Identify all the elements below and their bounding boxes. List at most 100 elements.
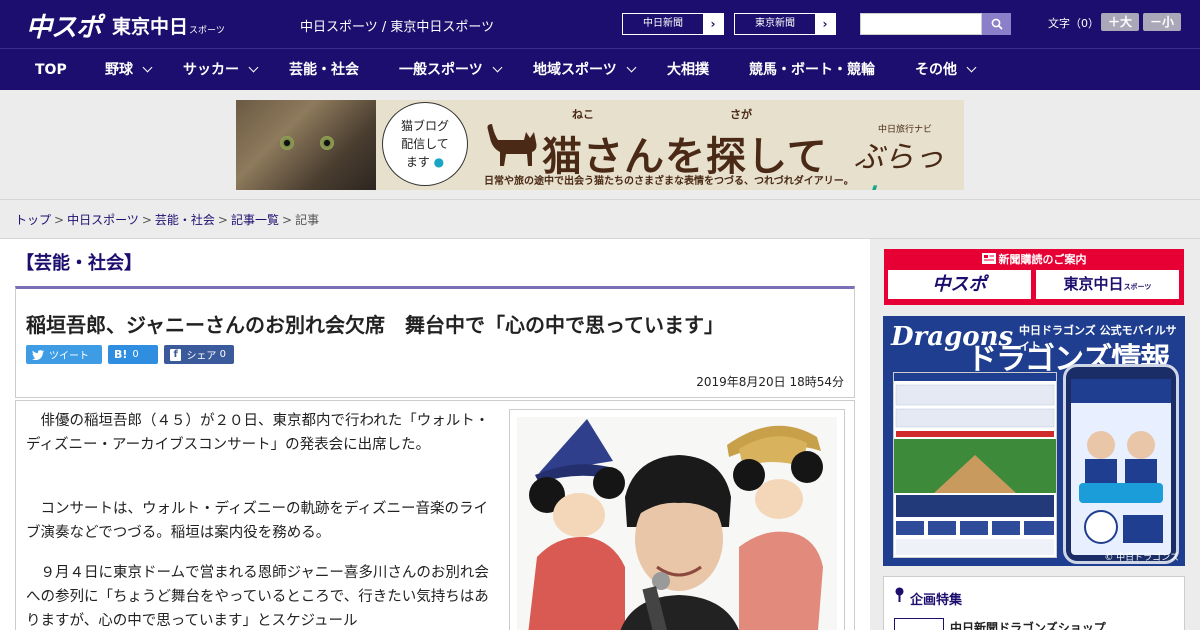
subscription-title: 新聞購読のご案内 bbox=[884, 251, 1184, 267]
tokyo-chunichi-logo-text: 東京中日 bbox=[112, 16, 189, 38]
headline-box: 稲垣吾郎、ジャニーさんのお別れ会欠席 舞台中で「心の中で思っています」 ツイート… bbox=[15, 286, 855, 398]
article-headline: 稲垣吾郎、ジャニーさんのお別れ会欠席 舞台中で「心の中で思っています」 bbox=[26, 313, 724, 337]
article-body: 俳優の稲垣吾郎（４５）が２０日、東京都内で行われた「ウォルト・ディズニー・アーカ… bbox=[15, 400, 855, 630]
speech-line: ます ● bbox=[405, 155, 445, 169]
facebook-icon: f bbox=[170, 348, 182, 361]
article-paragraph: ９月４日に東京ドームで営まれる恩師ジャニー喜多川さんのお別れ会への参列に「ちょう… bbox=[26, 565, 489, 629]
nav-item-racing[interactable]: 競馬・ボート・競輪 bbox=[749, 49, 875, 91]
subscription-chuspo-logo[interactable]: 中スポ bbox=[888, 270, 1031, 299]
ruby-saga: さが bbox=[730, 108, 752, 121]
article-paragraph: 俳優の稲垣吾郎（４５）が２０日、東京都内で行われた「ウォルト・ディズニー・アーカ… bbox=[26, 413, 490, 453]
dragons-scoreboard-screen bbox=[893, 372, 1057, 558]
press-photo-illustration bbox=[528, 419, 823, 630]
breadcrumb-link-entertainment[interactable]: 芸能・社会 bbox=[155, 213, 215, 227]
breadcrumb-separator: > bbox=[282, 213, 293, 227]
chevron-down-icon bbox=[142, 62, 153, 73]
cat-eye bbox=[320, 136, 334, 150]
feature-item-link[interactable]: 中日新聞ドラゴンズショップ bbox=[950, 619, 1106, 630]
feature-title: 企画特集 bbox=[910, 593, 963, 608]
article-paragraph: コンサートは、ウォルト・ディズニーの軌跡をディズニー音楽のライブ演奏などでつづる… bbox=[26, 501, 488, 541]
nav-item-label: 一般スポーツ bbox=[399, 62, 483, 78]
tokyo-chunichi-logo[interactable]: 東京中日スポーツ bbox=[112, 12, 225, 39]
banner-subtitle: 日常や旅の途中で出会う猫たちのさまざまな表情をつづる、つれづれダイアリー。 bbox=[484, 176, 854, 187]
font-size-label: 文字（0） bbox=[1048, 17, 1099, 30]
nav-item-sumo[interactable]: 大相撲 bbox=[667, 49, 709, 91]
font-smaller-button[interactable]: －小 bbox=[1143, 13, 1181, 31]
nav-item-label: その他 bbox=[915, 62, 957, 78]
nav-item-baseball[interactable]: 野球 bbox=[105, 49, 153, 91]
chevron-down-icon bbox=[492, 62, 503, 73]
chevron-down-icon bbox=[966, 62, 977, 73]
dragons-copyright: © 中日ドラゴンズ bbox=[1104, 553, 1179, 563]
speech-line: 猫ブログ bbox=[400, 119, 449, 133]
breadcrumb-separator: > bbox=[141, 213, 152, 227]
breadcrumb: トップ > 中日スポーツ > 芸能・社会 > 記事一覧 > 記事 bbox=[15, 211, 319, 228]
hatena-bookmark-button[interactable]: B! 0 bbox=[108, 345, 158, 364]
sidebar: 新聞購読のご案内 中スポ 東京中日スポーツ Dragons 中日ドラゴンズ 公式… bbox=[870, 239, 1200, 630]
speech-line: 配信して bbox=[401, 137, 449, 151]
nav-item-label: 大相撲 bbox=[667, 62, 709, 78]
subscription-box[interactable]: 新聞購読のご案内 中スポ 東京中日スポーツ bbox=[884, 249, 1184, 305]
facebook-share-label: シェア bbox=[186, 351, 217, 362]
article-photo-image bbox=[517, 417, 837, 630]
dragons-mobile-banner[interactable]: Dragons 中日ドラゴンズ 公式モバイルサイト ドラゴンズ情報 © 中日ドラ… bbox=[883, 316, 1185, 566]
tweet-button-label: ツイート bbox=[49, 351, 89, 362]
article-date: 2019年8月20日 18時54分 bbox=[696, 375, 844, 389]
chuspo-logo[interactable]: 中スポ bbox=[26, 7, 102, 44]
nav-item-label: 地域スポーツ bbox=[533, 62, 617, 78]
chunichi-shimbun-link[interactable]: 中日新聞 › bbox=[622, 13, 724, 35]
chevron-down-icon bbox=[626, 62, 637, 73]
speech-bubble: 猫ブログ 配信して ます ● bbox=[382, 102, 468, 186]
smartphone-image bbox=[1063, 364, 1179, 564]
hatena-icon: B! bbox=[114, 348, 128, 361]
article-column: 【芸能・社会】 稲垣吾郎、ジャニーさんのお別れ会欠席 舞台中で「心の中で思ってい… bbox=[0, 239, 870, 630]
ad-zone: 猫ブログ 配信して ます ● ねこ さが 猫さんを探して 日常や旅の途中で出会う… bbox=[0, 90, 1200, 200]
article-category[interactable]: 【芸能・社会】 bbox=[16, 249, 142, 275]
search-input[interactable] bbox=[860, 13, 982, 35]
ruby-neko: ねこ bbox=[572, 108, 594, 121]
font-bigger-button[interactable]: ＋大 bbox=[1101, 13, 1139, 31]
breadcrumb-separator: > bbox=[54, 213, 65, 227]
breadcrumb-link-article-list[interactable]: 記事一覧 bbox=[231, 213, 279, 227]
facebook-share-button[interactable]: f シェア 0 bbox=[164, 345, 234, 364]
nav-item-soccer[interactable]: サッカー bbox=[183, 49, 259, 91]
nav-item-entertainment[interactable]: 芸能・社会 bbox=[289, 49, 359, 91]
nav-item-label: TOP bbox=[35, 62, 67, 78]
breadcrumb-link-chuspo[interactable]: 中日スポーツ bbox=[67, 213, 139, 227]
chevron-right-icon: › bbox=[703, 14, 723, 34]
article-photo[interactable] bbox=[509, 409, 845, 630]
nav-item-label: 競馬・ボート・競輪 bbox=[749, 62, 875, 78]
site-title: 中日スポーツ / 東京中日スポーツ bbox=[300, 20, 495, 35]
nav-item-other[interactable]: その他 bbox=[915, 49, 977, 91]
nav-item-label: 芸能・社会 bbox=[289, 62, 359, 78]
main-nav: TOP 野球 サッカー 芸能・社会 一般スポーツ 地域スポーツ 大相撲 競馬・ボ… bbox=[0, 48, 1200, 90]
search-icon bbox=[991, 18, 1003, 30]
cat-eye bbox=[280, 136, 294, 150]
chevron-down-icon bbox=[248, 62, 259, 73]
nav-item-general-sports[interactable]: 一般スポーツ bbox=[399, 49, 503, 91]
facebook-share-count: 0 bbox=[219, 349, 226, 360]
site-header: 中スポ 東京中日スポーツ 中日スポーツ / 東京中日スポーツ 中日新聞 › 東京… bbox=[0, 0, 1200, 48]
newspaper-icon bbox=[981, 253, 996, 264]
chevron-right-icon: › bbox=[815, 14, 835, 34]
twitter-bird-icon bbox=[32, 349, 44, 360]
hatena-count: 0 bbox=[132, 349, 139, 360]
nav-item-label: 野球 bbox=[105, 62, 133, 78]
paw-icon: ● bbox=[433, 155, 445, 169]
nav-item-label: サッカー bbox=[183, 62, 239, 78]
feature-thumbnail[interactable] bbox=[894, 618, 944, 630]
subscription-tokyo-logo[interactable]: 東京中日スポーツ bbox=[1036, 270, 1179, 299]
pin-icon bbox=[895, 587, 904, 602]
nav-item-local-sports[interactable]: 地域スポーツ bbox=[533, 49, 637, 91]
feature-box: 企画特集 中日新聞ドラゴンズショップ bbox=[883, 576, 1185, 630]
breadcrumb-current: 記事 bbox=[295, 213, 320, 227]
tokyo-shimbun-link[interactable]: 東京新聞 › bbox=[734, 13, 836, 35]
cat-blog-banner[interactable]: 猫ブログ 配信して ます ● ねこ さが 猫さんを探して 日常や旅の途中で出会う… bbox=[236, 100, 964, 190]
cat-photo bbox=[236, 100, 376, 190]
tokyo-shimbun-link-label: 東京新聞 bbox=[755, 18, 795, 29]
search-button[interactable] bbox=[982, 13, 1011, 35]
tweet-button[interactable]: ツイート bbox=[26, 345, 102, 364]
nav-item-top[interactable]: TOP bbox=[35, 49, 67, 91]
chunichi-shimbun-link-label: 中日新聞 bbox=[643, 18, 683, 29]
breadcrumb-link-top[interactable]: トップ bbox=[15, 213, 51, 227]
